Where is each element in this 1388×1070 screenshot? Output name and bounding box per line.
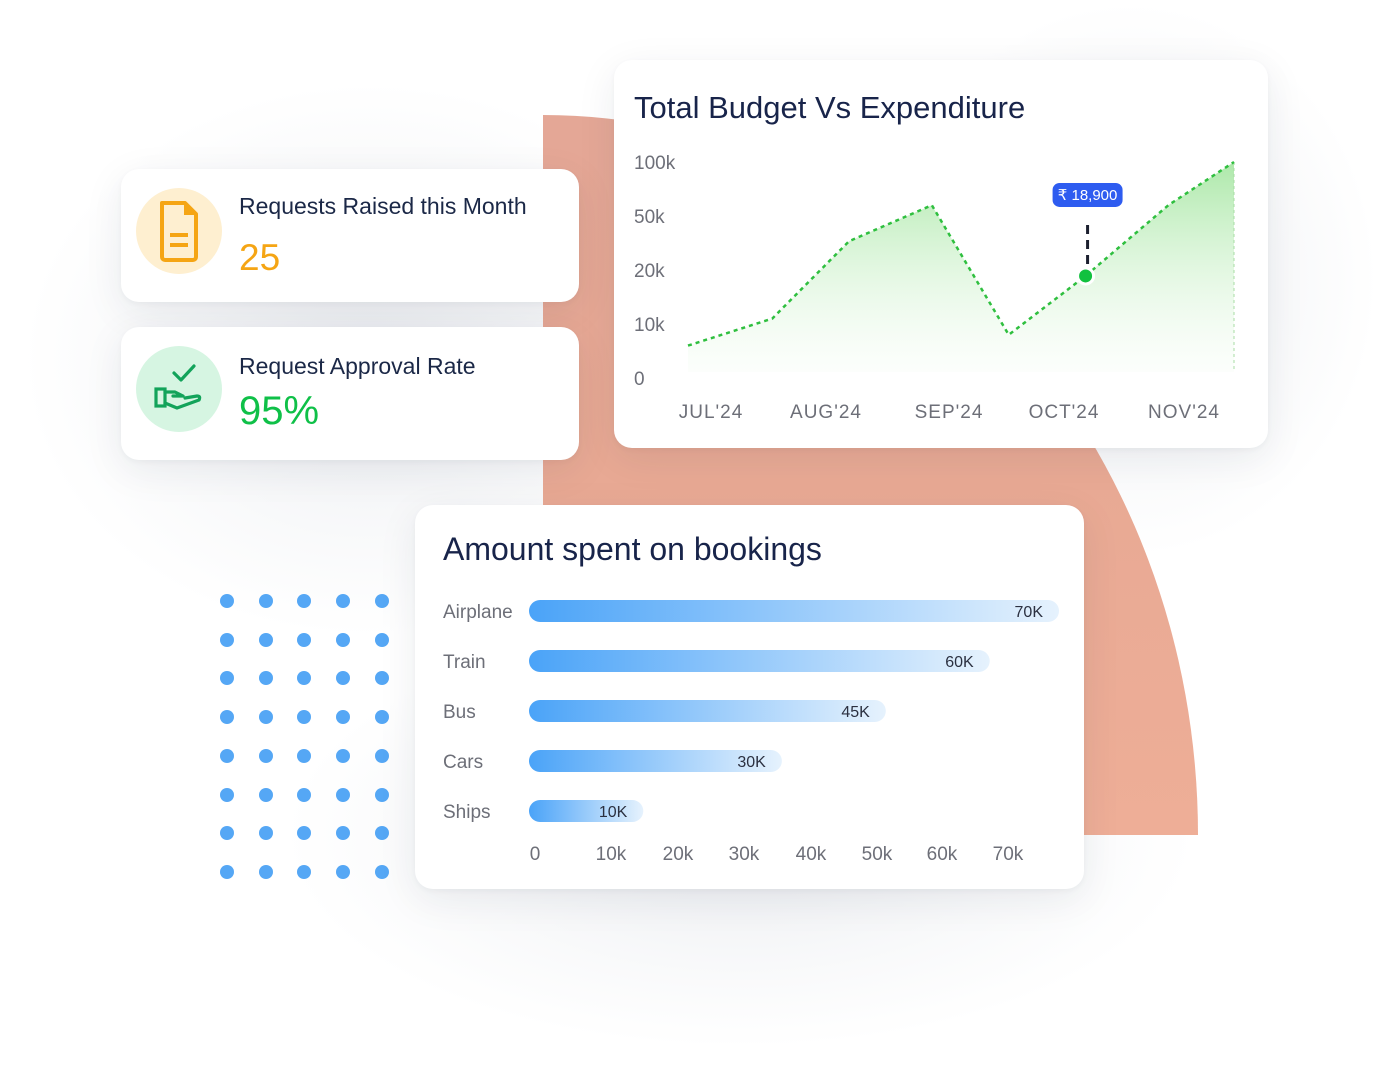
bar-airplane[interactable] <box>529 600 1059 622</box>
kpi-label: Request Approval Rate <box>239 353 476 379</box>
decorative-dot <box>297 710 312 725</box>
decorative-dot <box>374 748 389 763</box>
bar-value-label: 10K <box>599 804 628 821</box>
kpi-value: 25 <box>239 237 281 278</box>
x-tick-label: 10k <box>596 844 627 865</box>
decorative-dot <box>258 632 273 647</box>
highlight-point[interactable] <box>1076 266 1096 286</box>
bar-bus[interactable] <box>529 700 886 722</box>
y-tick-label: 0 <box>634 369 645 390</box>
area-fill <box>688 162 1234 372</box>
decorative-dot <box>336 826 351 841</box>
decorative-dot <box>374 710 389 725</box>
bar-train[interactable] <box>529 650 990 672</box>
x-tick-label: 60k <box>927 844 958 865</box>
kpi-label: Requests Raised this Month <box>239 193 527 219</box>
category-label: Cars <box>443 752 483 773</box>
x-tick-label: 40k <box>796 844 827 865</box>
bar-value-label: 70K <box>1015 604 1044 621</box>
category-label: Airplane <box>443 602 513 623</box>
decorative-dot <box>297 787 312 802</box>
y-tick-label: 50k <box>634 207 665 228</box>
x-tick-label: OCT'24 <box>1029 402 1100 423</box>
decorative-dot <box>220 594 234 608</box>
decorative-dot <box>220 671 234 686</box>
decorative-dot <box>374 632 389 647</box>
decorative-dot <box>297 826 312 841</box>
decorative-dot <box>297 632 312 647</box>
tooltip-badge: ₹ 18,900 <box>1052 182 1123 207</box>
category-label: Train <box>443 652 486 673</box>
decorative-dot <box>336 864 351 879</box>
category-label: Bus <box>443 702 476 723</box>
decorative-dot <box>258 710 273 725</box>
x-tick-label: 0 <box>530 844 541 865</box>
decorative-dot <box>258 787 273 802</box>
decorative-dot <box>220 787 234 802</box>
bar-value-label: 45K <box>841 704 870 721</box>
bookings-spend-card: Amount spent on bookings Airplane Train Bu… <box>415 505 1084 889</box>
line-chart: 100k 50k 20k 10k 0 JUL'24 AUG'24 SEP'24 OCT'24 N… <box>634 153 1235 423</box>
bar-chart: Airplane Train Bus Cars Ships 70K 60K 45K 30K 10… <box>443 600 1059 865</box>
decorative-dot <box>220 632 234 647</box>
decorative-dot <box>336 710 351 725</box>
decorative-dot <box>374 826 389 841</box>
document-icon <box>136 188 222 274</box>
decorative-dot <box>297 671 312 686</box>
kpi-card-requests-raised: Requests Raised this Month 25 <box>121 169 579 302</box>
decorative-dot <box>220 748 234 763</box>
decorative-dot <box>258 748 273 763</box>
decorative-dot <box>258 864 273 879</box>
decorative-dot <box>297 748 312 763</box>
decorative-dot <box>374 864 389 879</box>
y-tick-label: 100k <box>634 153 676 174</box>
hand-check-icon <box>136 346 222 432</box>
decorative-dot <box>336 594 351 608</box>
y-tick-label: 10k <box>634 315 665 336</box>
x-tick-label: 50k <box>862 844 893 865</box>
decorative-dot <box>297 594 312 608</box>
x-tick-label: NOV'24 <box>1148 402 1220 423</box>
decorative-dot <box>336 632 351 647</box>
x-tick-label: 20k <box>663 844 694 865</box>
bar-value-label: 60K <box>945 654 974 671</box>
decorative-dot <box>336 671 351 686</box>
kpi-card-approval-rate: Request Approval Rate 95% <box>121 327 579 460</box>
bar-value-label: 30K <box>737 754 766 771</box>
decorative-dot <box>258 594 273 608</box>
x-tick-label: SEP'24 <box>915 402 984 423</box>
decorative-dot <box>258 826 273 841</box>
decorative-dot <box>336 748 351 763</box>
x-tick-label: 30k <box>729 844 760 865</box>
x-tick-label: JUL'24 <box>679 402 744 423</box>
category-label: Ships <box>443 802 491 823</box>
tooltip-value: ₹ 18,900 <box>1058 187 1118 204</box>
kpi-value: 95% <box>239 389 320 433</box>
decorative-dot <box>258 671 273 686</box>
x-tick-label: 70k <box>993 844 1024 865</box>
budget-vs-expenditure-card: Total Budget Vs Expenditure 100k 50k 20k 10… <box>614 60 1268 448</box>
decorative-dot <box>374 594 389 608</box>
decorative-dot <box>220 710 234 725</box>
decorative-dot <box>220 826 234 841</box>
decorative-dot <box>220 864 234 879</box>
decorative-dot <box>374 787 389 802</box>
y-tick-label: 20k <box>634 261 665 282</box>
x-tick-label: AUG'24 <box>790 402 862 423</box>
decorative-dot <box>374 671 389 686</box>
decorative-dot <box>297 864 312 879</box>
decorative-dot <box>336 787 351 802</box>
